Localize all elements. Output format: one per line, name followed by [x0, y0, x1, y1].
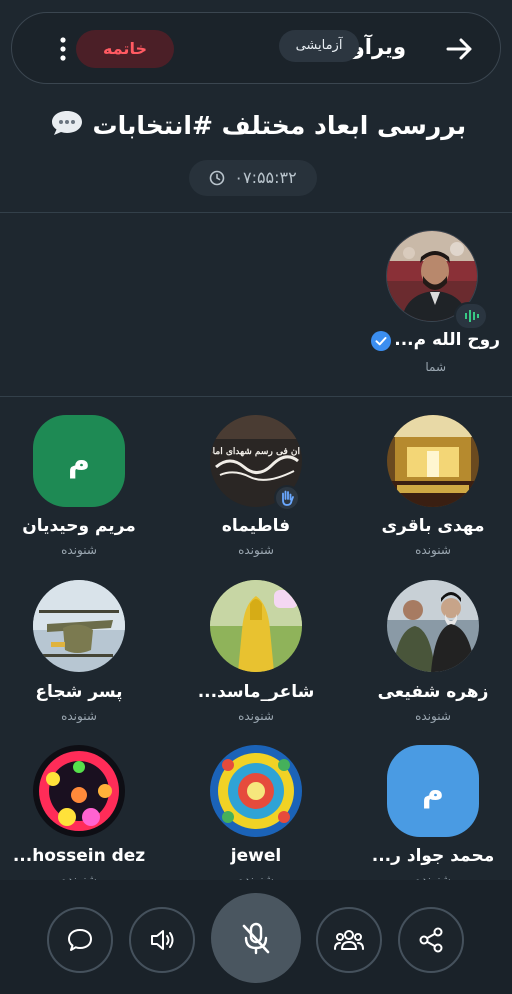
listener-name: jewel: [230, 846, 282, 866]
speaker-role: شما: [425, 360, 446, 374]
listener-role: شنونده: [238, 709, 274, 723]
speaker-name: روح الله م...: [394, 330, 500, 350]
listener-role: شنونده: [415, 873, 451, 880]
listener-avatar[interactable]: [33, 745, 125, 837]
divider: [0, 396, 512, 397]
listener-avatar[interactable]: [387, 415, 479, 507]
listener-name: زهره شفیعی: [377, 682, 489, 702]
raised-hand-icon: [274, 485, 300, 511]
listener-avatar[interactable]: [210, 745, 302, 837]
listener-role: شنونده: [61, 709, 97, 723]
listener-role: شنونده: [238, 543, 274, 557]
room-title-text: بررسی ابعاد مختلف #انتخابات: [92, 111, 467, 140]
listener-name: پسر شجاع: [35, 682, 123, 702]
room-title: بررسی ابعاد مختلف #انتخابات: [0, 108, 512, 140]
clock-icon: [209, 170, 225, 186]
listener-role: شنونده: [61, 543, 97, 557]
speaker-volume-icon: [151, 930, 174, 950]
listener-name: فاطیماه: [221, 516, 291, 536]
listener-role: شنونده: [61, 873, 97, 880]
participants-button[interactable]: [316, 907, 382, 973]
listener-avatar[interactable]: م: [387, 745, 479, 837]
listener-name: مریم وحیدیان: [22, 516, 136, 536]
listener-name: hossein dez...: [12, 846, 146, 866]
listener-role: شنونده: [415, 543, 451, 557]
back-arrow-icon[interactable]: [444, 34, 474, 64]
listener-avatar[interactable]: [33, 580, 125, 672]
listener-avatar[interactable]: [210, 580, 302, 672]
timer-value: ۰۷:۵۵:۳۲: [234, 168, 297, 187]
speaking-indicator: [454, 302, 488, 330]
more-options-icon[interactable]: [50, 33, 76, 65]
listener-avatar[interactable]: [387, 580, 479, 672]
listener-avatar[interactable]: م: [33, 415, 125, 507]
people-icon: [334, 930, 364, 950]
avatar-calligraphy-text: ان فی رسم شهدای امام کربلا: [212, 447, 300, 457]
divider: [0, 212, 512, 213]
listener-name: مهدی باقری: [381, 516, 485, 536]
mic-off-icon: [242, 922, 270, 955]
share-icon: [419, 927, 443, 953]
listener-role: شنونده: [415, 709, 451, 723]
mic-toggle-button[interactable]: [211, 893, 301, 983]
chat-icon: [68, 929, 92, 951]
listener-name: محمد جواد ر...: [371, 846, 495, 866]
volume-button[interactable]: [129, 907, 195, 973]
share-button[interactable]: [398, 907, 464, 973]
listener-role: شنونده: [238, 873, 274, 880]
top-bar: ویرآوا آزمایشی خاتمه: [11, 12, 501, 84]
chat-button[interactable]: [47, 907, 113, 973]
verified-badge-icon: [371, 331, 391, 351]
speech-bubble-icon: [51, 111, 82, 135]
beta-badge: آزمایشی: [279, 30, 359, 62]
room-timer: ۰۷:۵۵:۳۲: [189, 160, 317, 196]
listener-name: شاعر_ماسد...: [197, 682, 315, 702]
end-room-button[interactable]: خاتمه: [76, 30, 174, 68]
